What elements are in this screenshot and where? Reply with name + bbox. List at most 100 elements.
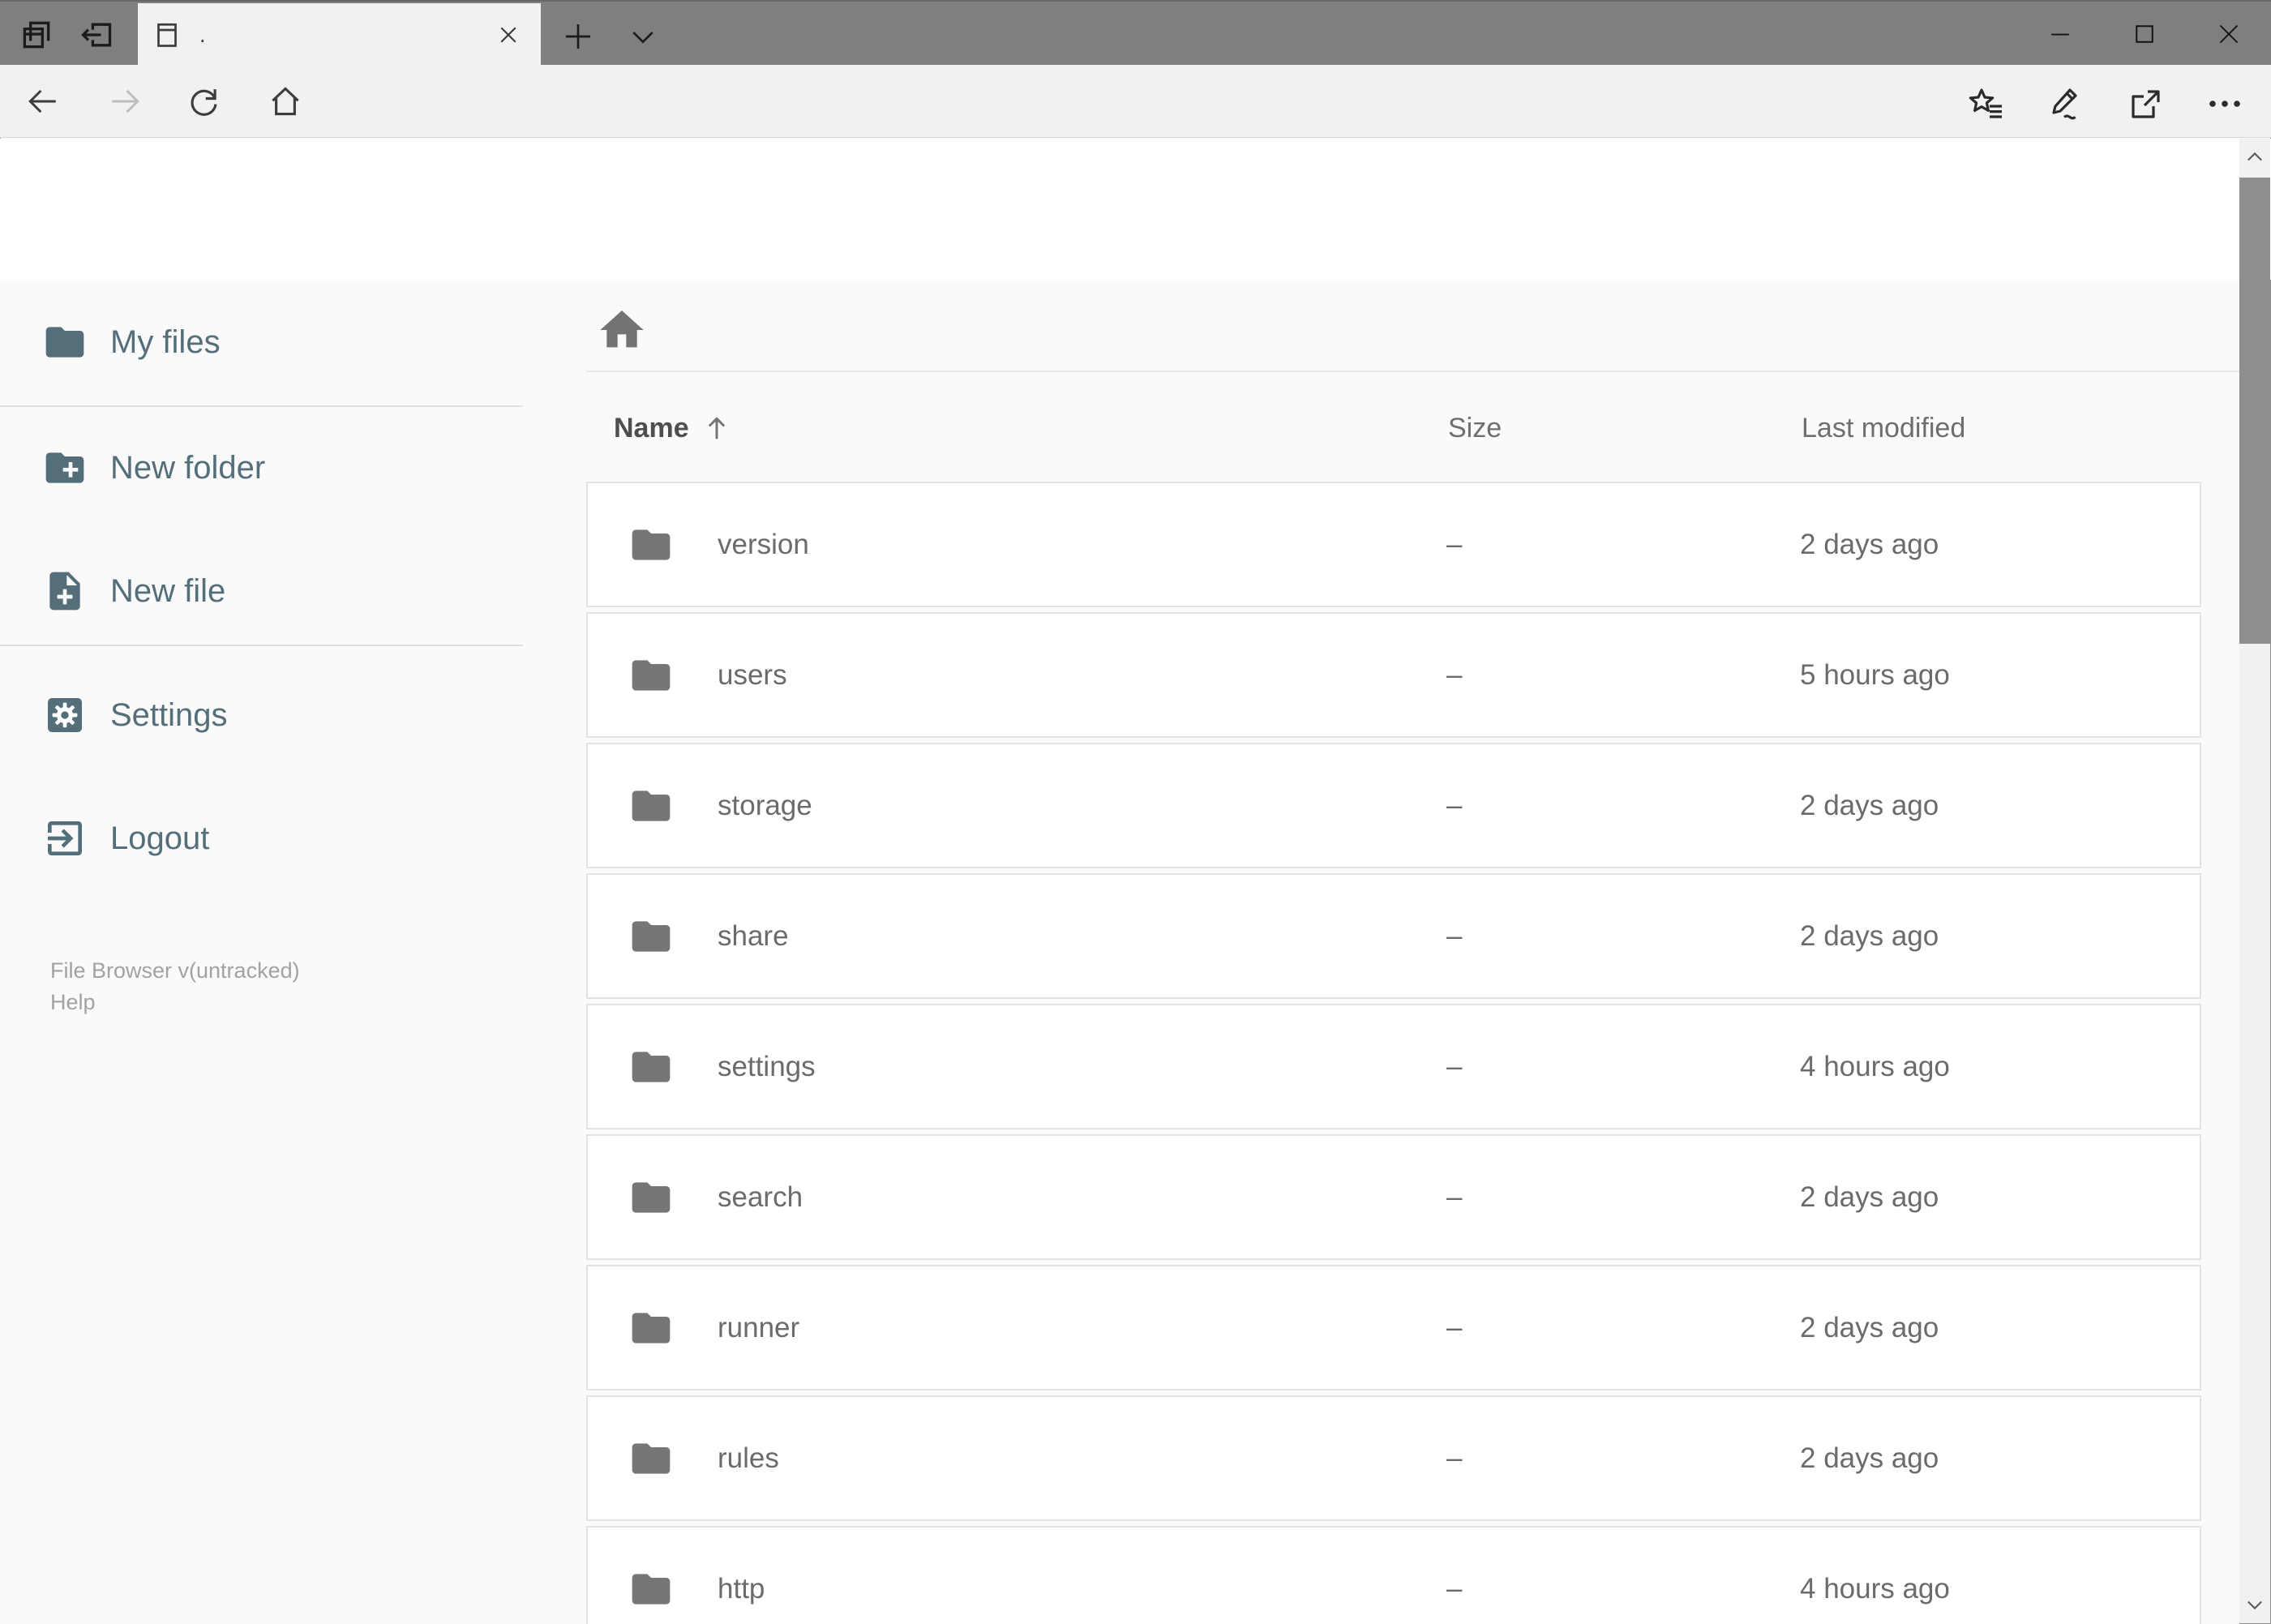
minimize-button[interactable]	[2018, 2, 2102, 66]
logout-icon	[48, 821, 82, 855]
sidebar-divider	[0, 645, 523, 646]
sidebar-item-new-folder[interactable]: New folder	[0, 431, 568, 504]
breadcrumb-home-icon[interactable]	[596, 304, 648, 356]
tab-close-icon[interactable]	[491, 17, 526, 53]
folder-icon	[628, 1044, 674, 1090]
file-list: version – 2 days ago users – 5 hours ago…	[586, 482, 2201, 1624]
file-modified: 2 days ago	[1800, 528, 1939, 560]
file-modified: 4 hours ago	[1800, 1050, 1950, 1082]
forward-button[interactable]	[103, 84, 147, 119]
file-size: –	[1446, 1181, 1463, 1213]
browser-addressbar: i filebrowser.web /files/	[0, 65, 2271, 192]
file-modified: 2 days ago	[1800, 1442, 1939, 1474]
sidebar-item-label: New file	[110, 572, 226, 609]
file-size: –	[1446, 1572, 1463, 1605]
file-row[interactable]: settings – 4 hours ago	[586, 1004, 2201, 1129]
file-row[interactable]: search – 2 days ago	[586, 1134, 2201, 1260]
close-button[interactable]	[2187, 2, 2271, 66]
folder-icon	[45, 327, 84, 358]
file-size: –	[1446, 1442, 1463, 1474]
sidebar-item-my-files[interactable]: My files	[0, 306, 568, 379]
file-row[interactable]: storage – 2 days ago	[586, 743, 2201, 868]
file-size: –	[1446, 528, 1463, 560]
filebrowser-header: Search...	[0, 139, 2271, 400]
sidebar-item-new-file[interactable]: New file	[0, 555, 568, 628]
file-size: –	[1446, 658, 1463, 691]
tab-list-dropdown-icon[interactable]	[621, 15, 665, 58]
settings-icon	[48, 698, 82, 732]
back-button[interactable]	[21, 84, 65, 119]
file-size: –	[1446, 919, 1463, 952]
page-scrollbar[interactable]	[2239, 139, 2270, 1623]
scroll-up-icon[interactable]	[2239, 139, 2270, 176]
favorites-hub-icon[interactable]	[1966, 84, 2007, 124]
create-new-folder-icon	[45, 452, 84, 483]
app-version-text: File Browser v(untracked)	[50, 958, 300, 983]
maximize-button[interactable]	[2102, 2, 2187, 66]
file-modified: 2 days ago	[1800, 789, 1939, 821]
web-note-pen-icon[interactable]	[2046, 84, 2086, 124]
refresh-button[interactable]	[182, 84, 226, 119]
file-modified: 2 days ago	[1800, 1311, 1939, 1343]
new-file-icon	[49, 572, 80, 611]
file-name: runner	[718, 1311, 800, 1343]
sidebar-item-label: New folder	[110, 449, 266, 486]
file-row[interactable]: users – 5 hours ago	[586, 612, 2201, 738]
sidebar: My files New folder New file Settings Lo…	[0, 280, 586, 1624]
new-tab-button[interactable]	[556, 15, 600, 58]
scroll-down-icon[interactable]	[2239, 1586, 2270, 1623]
tabs-set-aside-list-icon[interactable]	[15, 13, 58, 57]
share-icon[interactable]	[2125, 84, 2166, 124]
file-modified: 2 days ago	[1800, 919, 1939, 952]
browser-titlebar: .	[0, 0, 2271, 66]
file-modified: 5 hours ago	[1800, 658, 1950, 691]
file-name: storage	[718, 789, 812, 821]
folder-icon	[628, 1436, 674, 1481]
file-name: share	[718, 919, 789, 952]
file-row[interactable]: version – 2 days ago	[586, 482, 2201, 607]
file-row[interactable]: share – 2 days ago	[586, 873, 2201, 999]
tab-title: .	[199, 22, 206, 47]
sidebar-item-settings[interactable]: Settings	[0, 679, 568, 752]
folder-icon	[628, 1566, 674, 1612]
list-header: Name Size Last modified	[586, 400, 2201, 456]
file-name: users	[718, 658, 787, 691]
set-tabs-aside-icon[interactable]	[75, 13, 118, 57]
tab-favicon-icon	[152, 20, 182, 49]
file-row[interactable]: runner – 2 days ago	[586, 1265, 2201, 1390]
file-row[interactable]: http – 4 hours ago	[586, 1526, 2201, 1624]
sidebar-divider	[0, 405, 523, 407]
scrollbar-thumb[interactable]	[2239, 178, 2270, 644]
folder-icon	[628, 1305, 674, 1351]
column-header-size[interactable]: Size	[1448, 413, 1802, 444]
file-name: settings	[718, 1050, 816, 1082]
home-button[interactable]	[264, 84, 307, 119]
file-size: –	[1446, 1311, 1463, 1343]
file-row[interactable]: rules – 2 days ago	[586, 1395, 2201, 1521]
folder-icon	[628, 1175, 674, 1220]
file-name: rules	[718, 1442, 779, 1474]
file-name: version	[718, 528, 809, 560]
help-link[interactable]: Help	[50, 987, 96, 1018]
file-name: http	[718, 1572, 765, 1605]
sidebar-item-label: Settings	[110, 696, 228, 733]
file-listing-area: Name Size Last modified version – 2 days…	[586, 280, 2239, 1624]
file-modified: 2 days ago	[1800, 1181, 1939, 1213]
browser-window: . My files New folder New file Settings …	[0, 0, 2271, 1624]
browser-tab[interactable]: .	[138, 3, 541, 66]
column-header-name[interactable]: Name	[614, 412, 1448, 444]
column-header-modified[interactable]: Last modified	[1802, 413, 2201, 444]
file-size: –	[1446, 1050, 1463, 1082]
sidebar-item-logout[interactable]: Logout	[0, 802, 568, 875]
file-name: search	[718, 1181, 803, 1213]
folder-icon	[628, 783, 674, 829]
file-size: –	[1446, 789, 1463, 821]
column-name-label: Name	[614, 412, 689, 443]
settings-more-icon[interactable]	[2205, 84, 2245, 124]
folder-icon	[628, 522, 674, 568]
folder-icon	[628, 914, 674, 959]
folder-icon	[628, 653, 674, 698]
breadcrumb-divider	[586, 371, 2239, 372]
file-modified: 4 hours ago	[1800, 1572, 1950, 1605]
sidebar-item-label: Logout	[110, 820, 210, 856]
